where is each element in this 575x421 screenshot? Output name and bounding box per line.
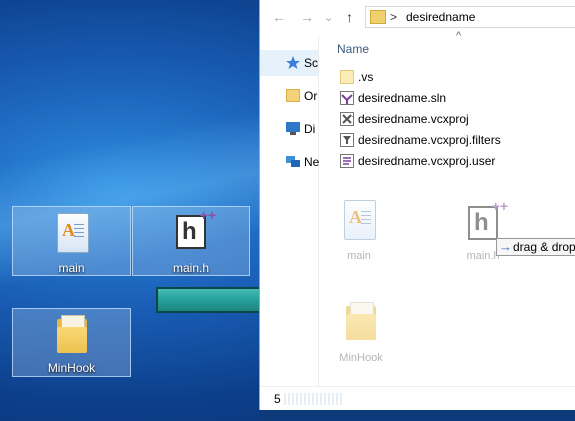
nav-item-label: Ne (304, 155, 320, 169)
desktop-icon-label: MinHook (47, 361, 96, 375)
svg-text:++: ++ (348, 115, 354, 121)
desktop-icon-minhook[interactable]: MinHook (12, 308, 131, 377)
folder-icon (370, 10, 386, 24)
nav-item-onedrive[interactable]: Or (260, 83, 318, 109)
folder-icon (286, 89, 300, 102)
drag-ghost-main: A main (344, 200, 376, 270)
nav-item-quick-access[interactable]: Sc (260, 50, 318, 76)
desktop-icon-main-h[interactable]: h ++ main.h (132, 206, 250, 276)
recent-chevron-icon[interactable]: ⌄ (324, 11, 333, 24)
drag-ghost-minhook: MinHook (339, 302, 383, 372)
drag-drop-tooltip: → drag & drop (496, 238, 575, 256)
sort-indicator: ^ (456, 30, 462, 42)
folder-icon (346, 302, 376, 340)
forward-arrow-icon[interactable]: → (300, 9, 314, 25)
navigation-pane: Sc Or Di Ne (260, 36, 319, 390)
column-header-name[interactable]: Name (337, 42, 369, 56)
header-file-icon: h ++ (468, 198, 508, 240)
item-count: 5 (274, 392, 281, 406)
file-name: .vs (358, 70, 374, 84)
network-icon (286, 156, 300, 167)
solution-file-icon (340, 91, 354, 105)
file-explorer-window: ← → ⌄ ↑ > desiredname Sc Or Di Ne ^ Name (259, 0, 575, 411)
horizontal-scrollbar[interactable] (284, 393, 344, 405)
up-arrow-icon[interactable]: ↑ (346, 9, 353, 25)
drag-ghost-label: main (347, 250, 371, 262)
user-file-icon (340, 154, 354, 168)
nav-item-network[interactable]: Ne (260, 149, 320, 175)
drag-ghost-label: MinHook (339, 352, 383, 364)
move-arrow-icon: → (499, 239, 512, 254)
address-bar-area: ← → ⌄ ↑ > desiredname (260, 0, 575, 36)
text-document-icon: A (57, 213, 89, 253)
project-file-icon: ++ (340, 112, 354, 126)
desktop-icon-label: main (58, 261, 85, 275)
text-document-icon: A (344, 200, 376, 240)
drag-drop-label: drag & drop (513, 240, 575, 254)
back-arrow-icon[interactable]: ← (272, 9, 286, 25)
taskbar-strip (259, 410, 575, 421)
status-bar: 5 (260, 386, 575, 411)
breadcrumb-separator: > (390, 10, 398, 24)
nav-item-label: Or (304, 89, 318, 103)
monitor-icon (286, 122, 300, 135)
drag-ghost-main-h: h ++ main.h (466, 198, 508, 270)
star-icon (286, 56, 300, 69)
folder-icon (340, 70, 354, 84)
nav-item-label: Di (304, 122, 316, 136)
file-name: desiredname.sln (358, 91, 447, 105)
file-name: desiredname.vcxproj.user (358, 154, 496, 168)
desktop-icon-main[interactable]: A main (12, 206, 131, 276)
filters-file-icon (340, 133, 354, 147)
file-name: desiredname.vcxproj (358, 112, 469, 126)
address-bar[interactable]: > desiredname (365, 6, 575, 28)
breadcrumb-folder[interactable]: desiredname (406, 10, 475, 24)
header-file-icon: h ++ (176, 207, 216, 249)
folder-icon (57, 315, 87, 353)
nav-item-this-pc[interactable]: Di (260, 116, 318, 142)
file-name: desiredname.vcxproj.filters (358, 133, 501, 147)
nav-item-label: Sc (304, 56, 319, 70)
